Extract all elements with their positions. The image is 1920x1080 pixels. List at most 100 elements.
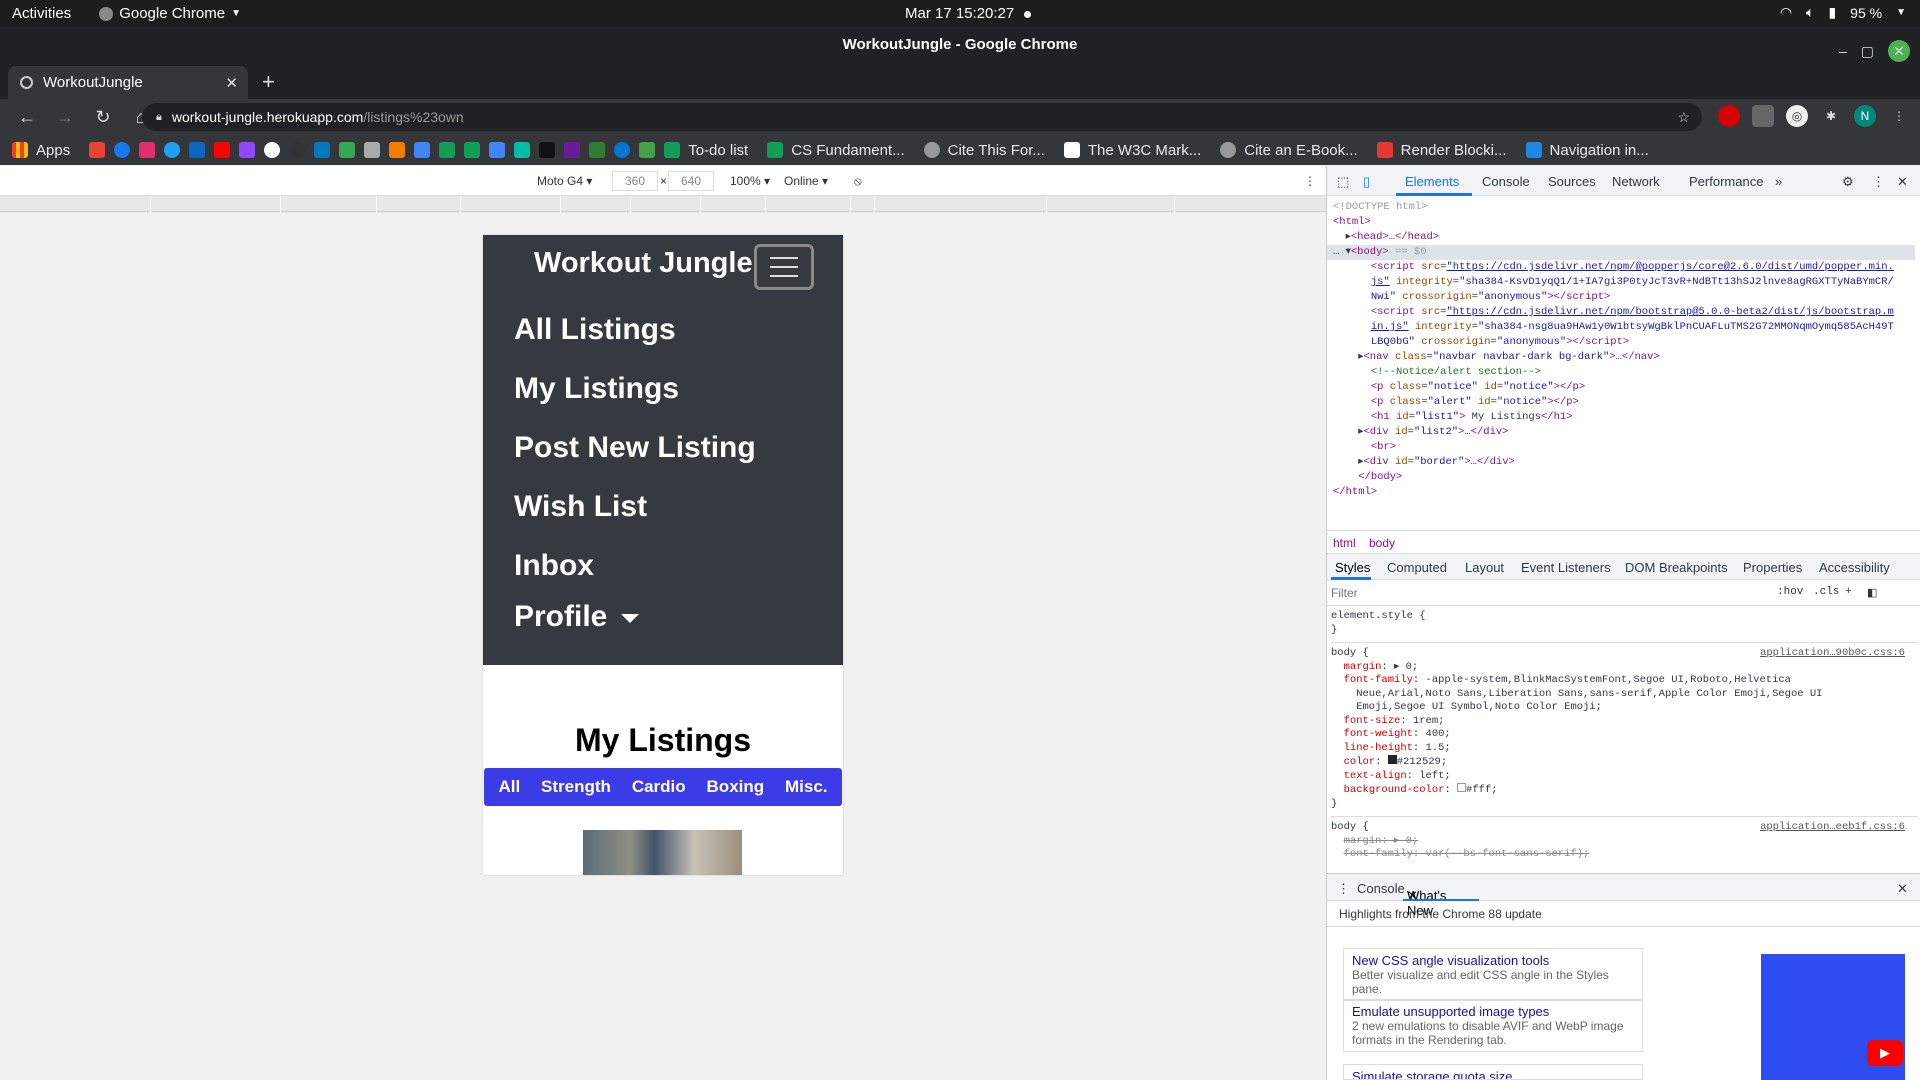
twitch-icon[interactable] [239, 142, 256, 158]
nav-all-listings[interactable]: All Listings [514, 313, 676, 347]
bookmark-icon[interactable] [539, 142, 556, 158]
drawer-tab-console[interactable]: Console [1357, 881, 1405, 896]
nav-wish-list[interactable]: Wish List [514, 490, 647, 524]
tab-properties[interactable]: Properties [1743, 560, 1802, 575]
filter-strength[interactable]: Strength [541, 777, 611, 797]
filter-cardio[interactable]: Cardio [632, 777, 686, 797]
clock[interactable]: Mar 17 15:20:27 [905, 5, 1032, 22]
bookmark-item[interactable]: Cite This For... [923, 142, 1045, 159]
gmail-icon[interactable] [89, 142, 106, 158]
listing-thumbnail[interactable] [583, 830, 742, 875]
close-drawer-icon[interactable]: ✕ [1897, 881, 1908, 897]
promo-video-thumbnail[interactable]: ▶ [1761, 954, 1905, 1080]
kebab-menu-icon[interactable]: ⋮ [1872, 174, 1885, 190]
reload-icon[interactable]: ↻ [92, 107, 114, 128]
navbar-toggler-button[interactable] [754, 244, 814, 290]
tab-sources[interactable]: Sources [1548, 174, 1596, 189]
device-select[interactable]: Moto G4 ▾ [537, 174, 592, 188]
kebab-menu-icon[interactable]: ⋮ [1304, 174, 1316, 188]
nav-profile-dropdown[interactable]: Profile [514, 600, 640, 634]
tab-event-listeners[interactable]: Event Listeners [1521, 560, 1611, 575]
hov-toggle[interactable]: :hov [1777, 586, 1803, 598]
cls-toggle[interactable]: .cls [1813, 586, 1839, 598]
youtube-icon[interactable] [214, 142, 231, 158]
shield-icon[interactable] [639, 142, 656, 158]
browser-tab[interactable]: WorkoutJungle ✕ [8, 66, 248, 99]
facebook-icon[interactable] [114, 142, 131, 158]
filter-all[interactable]: All [498, 777, 520, 797]
onedrive-icon[interactable] [614, 142, 631, 158]
bookmark-icon[interactable] [364, 142, 381, 158]
add-rule-icon[interactable]: + [1845, 586, 1852, 598]
github-icon[interactable] [289, 142, 306, 158]
linkedin-icon[interactable] [189, 142, 206, 158]
bookmark-item[interactable]: Cite an E-Book... [1220, 142, 1358, 159]
stylesheet-link[interactable]: application…eeb1f.css:6 [1760, 821, 1905, 835]
tab-console[interactable]: Console [1482, 174, 1530, 189]
sheets-icon[interactable] [464, 142, 481, 158]
nav-my-listings[interactable]: My Listings [514, 372, 679, 406]
bookmark-star-icon[interactable]: ☆ [1677, 109, 1690, 126]
network-throttle-select[interactable]: Online ▾ [784, 174, 828, 188]
tab-styles[interactable]: Styles [1335, 560, 1370, 575]
viewport-width-input[interactable] [612, 171, 658, 191]
back-icon[interactable]: ← [16, 107, 38, 128]
site-brand[interactable]: Workout Jungle [534, 247, 753, 280]
media-query-ruler[interactable] [0, 196, 1326, 212]
styles-filter-input[interactable] [1331, 583, 1761, 603]
close-tab-icon[interactable]: ✕ [225, 74, 238, 92]
tab-elements[interactable]: Elements [1405, 174, 1459, 189]
new-tab-button[interactable]: + [262, 69, 275, 95]
tab-performance[interactable]: Performance [1689, 174, 1763, 189]
address-bar[interactable]: 🔒︎ workout-jungle.herokuapp.com/listings… [142, 103, 1702, 131]
apps-bookmark[interactable]: Apps [12, 142, 70, 159]
google-icon[interactable] [264, 142, 281, 158]
close-devtools-icon[interactable]: ✕ [1897, 174, 1908, 190]
extension-icon[interactable] [1752, 105, 1774, 127]
rotate-icon[interactable]: ⦸ [854, 174, 862, 189]
breadcrumb-html[interactable]: html [1333, 536, 1356, 550]
tab-accessibility[interactable]: Accessibility [1819, 560, 1890, 575]
extension-icon[interactable] [1718, 105, 1740, 127]
activities-button[interactable]: Activities [12, 5, 71, 22]
bookmark-icon[interactable] [564, 142, 581, 158]
kebab-menu-icon[interactable]: ⋮ [1888, 105, 1910, 127]
whats-new-card[interactable]: Emulate unsupported image types 2 new em… [1343, 999, 1643, 1052]
zoom-select[interactable]: 100% ▾ [730, 174, 770, 188]
filter-misc[interactable]: Misc. [785, 777, 828, 797]
device-toggle-icon[interactable]: ▯ [1363, 174, 1370, 190]
nav-post-new-listing[interactable]: Post New Listing [514, 431, 756, 465]
docs-icon[interactable] [414, 142, 431, 158]
bookmark-icon[interactable] [339, 142, 356, 158]
forward-icon[interactable]: → [54, 107, 76, 128]
inspect-element-icon[interactable]: ⬚ [1337, 174, 1349, 190]
extension-icon[interactable]: ◎ [1786, 105, 1808, 127]
breadcrumb-body[interactable]: body [1369, 536, 1395, 550]
styles-pane[interactable]: element.style { } application…90b0c.css:… [1327, 606, 1920, 876]
bookmark-item[interactable]: Navigation in... [1525, 142, 1649, 159]
profile-avatar[interactable]: N [1854, 105, 1876, 127]
more-tabs-icon[interactable]: » [1775, 174, 1782, 189]
dom-tree[interactable]: <!DOCTYPE html> <html> ▸<head>…</head> …… [1327, 196, 1920, 536]
bookmark-item[interactable]: To-do list [664, 142, 748, 159]
bookmark-item[interactable]: Render Blocki... [1376, 142, 1507, 159]
viewport-height-input[interactable] [668, 171, 714, 191]
stylesheet-link[interactable]: application…90b0c.css:6 [1760, 647, 1905, 661]
twitter-icon[interactable] [164, 142, 181, 158]
system-tray[interactable]: ◠ 🔈︎ ▮ 95 % ▼ [1780, 4, 1906, 21]
close-window-button[interactable]: ✕ [1888, 40, 1910, 62]
bookmark-icon[interactable] [514, 142, 531, 158]
sidebar-toggle-icon[interactable]: ◧ [1867, 586, 1877, 600]
tab-computed[interactable]: Computed [1387, 560, 1447, 575]
drawer-menu-icon[interactable]: ⋮ [1337, 881, 1350, 897]
puzzle-icon[interactable]: ✱ [1820, 105, 1842, 127]
tab-dom-breakpoints[interactable]: DOM Breakpoints [1625, 560, 1728, 575]
bookmark-item[interactable]: CS Fundament... [767, 142, 905, 159]
whats-new-card[interactable]: New CSS angle visualization tools Better… [1343, 948, 1643, 1001]
whats-new-card[interactable]: Simulate storage quota size [1343, 1064, 1643, 1080]
trello-icon[interactable] [314, 142, 331, 158]
filter-boxing[interactable]: Boxing [707, 777, 765, 797]
tab-layout[interactable]: Layout [1465, 560, 1504, 575]
docs-icon[interactable] [489, 142, 506, 158]
bookmark-item[interactable]: The W3C Mark... [1063, 142, 1201, 159]
